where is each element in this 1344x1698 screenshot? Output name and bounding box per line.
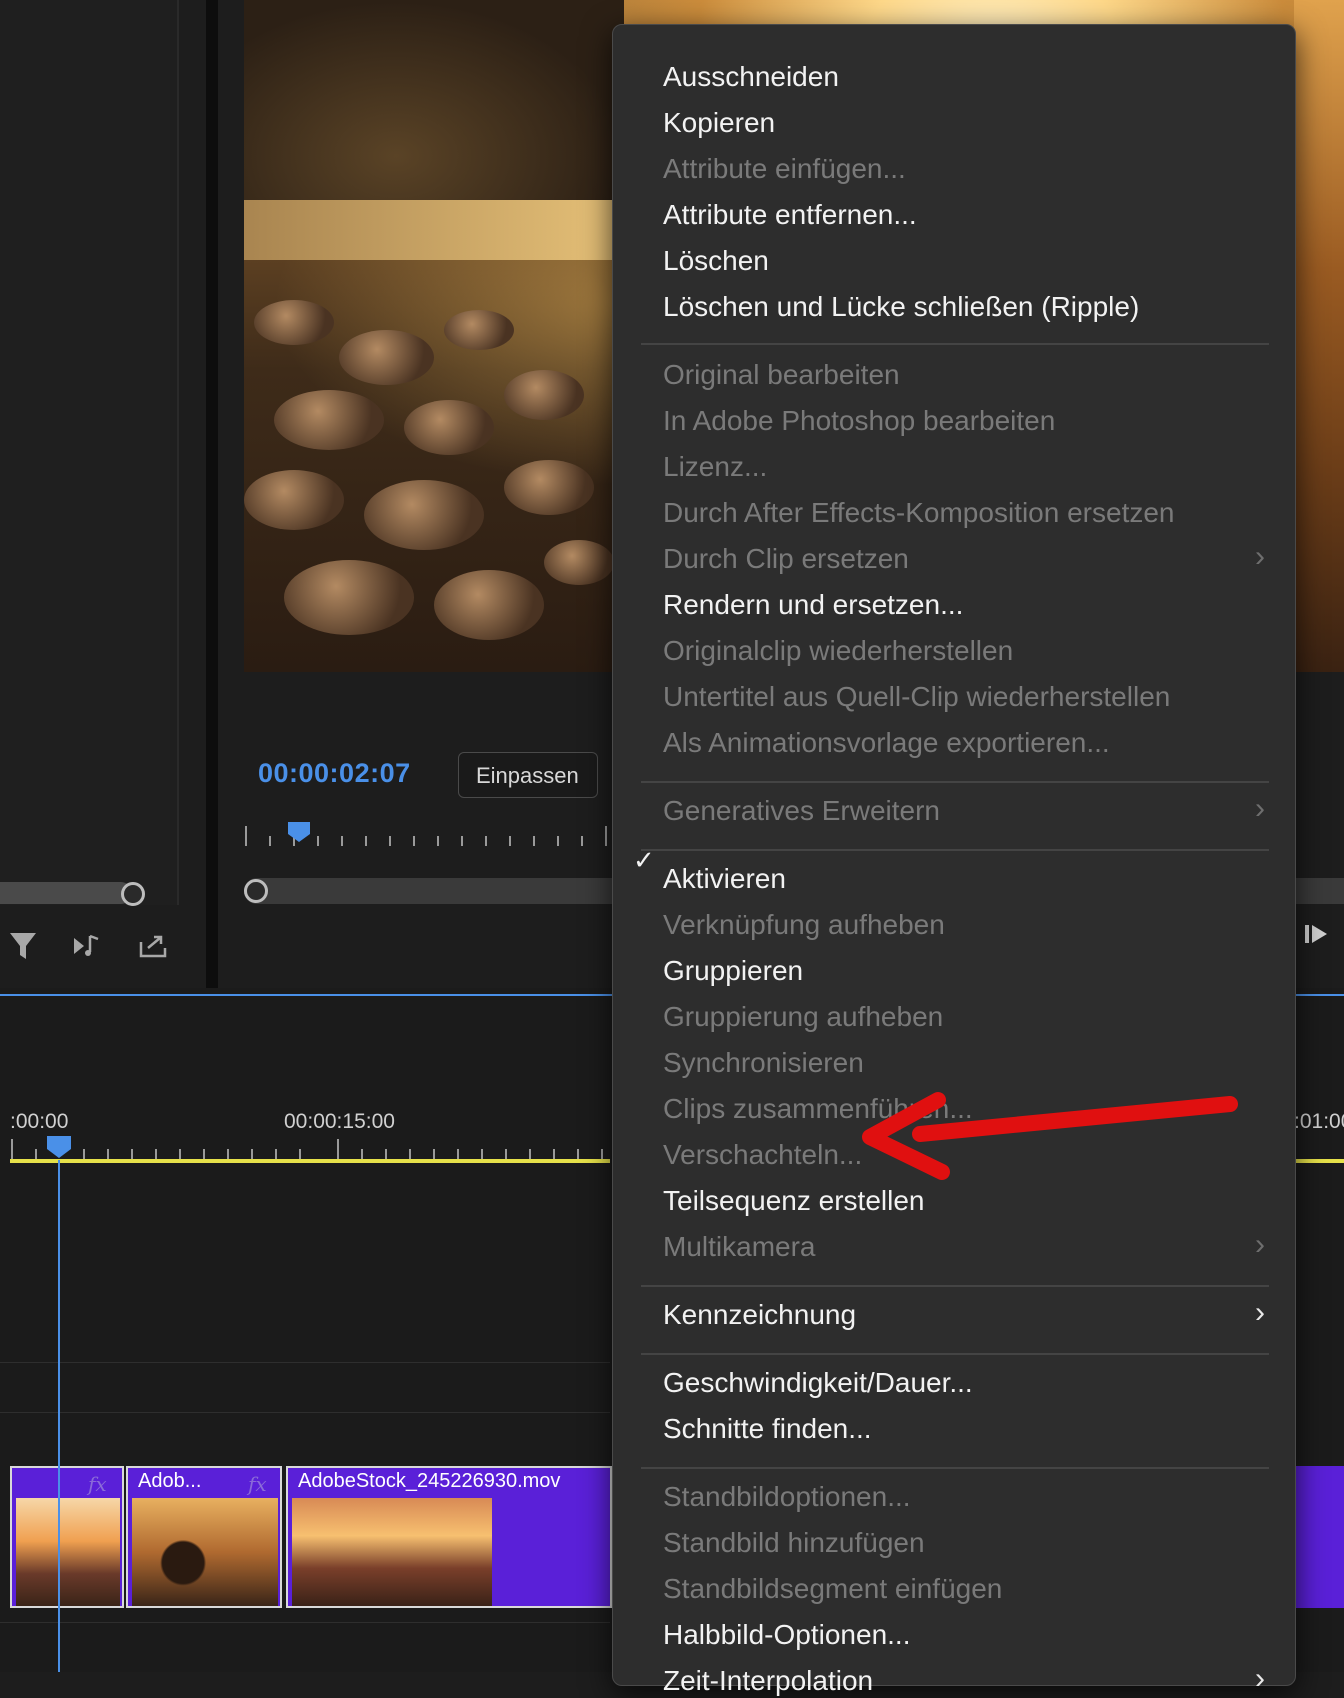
ruler-label-1m: :01:00 (1294, 1110, 1344, 1133)
timeline-clip-1[interactable]: fx (10, 1466, 124, 1608)
chevron-right-icon: › (1255, 1296, 1265, 1329)
source-zoom-scrollbar[interactable] (0, 882, 132, 904)
timeline-clip-3[interactable]: AdobeStock_245226930.mov (286, 1466, 612, 1608)
chevron-right-icon: › (1255, 792, 1265, 825)
program-monitor-video-edge (1294, 0, 1344, 672)
menu-item-halbbild-optionen[interactable]: Halbbild-Optionen... (663, 1618, 910, 1652)
menu-separator (641, 1285, 1269, 1287)
menu-item-multikamera: Multikamera (663, 1231, 816, 1262)
menu-item-generatives-erweitern: Generatives Erweitern (663, 795, 941, 826)
chevron-right-icon: › (1255, 1228, 1265, 1261)
menu-item-standbildoptionen: Standbildoptionen... (663, 1481, 911, 1512)
menu-separator (641, 781, 1269, 783)
clip-title: Adob... (138, 1470, 202, 1492)
menu-item-durch-after-effects-komposition-ersetzen: Durch After Effects-Komposition ersetzen (663, 497, 1175, 528)
menu-separator (641, 1467, 1269, 1469)
clip-thumbnail (292, 1498, 492, 1606)
monitor-playhead[interactable] (288, 822, 310, 842)
filter-icon[interactable] (8, 930, 38, 969)
menu-item-schnitte-finden[interactable]: Schnitte finden... (663, 1412, 872, 1446)
clip-thumbnail (132, 1498, 278, 1606)
work-area-bar[interactable] (10, 1159, 610, 1163)
monitor-scrollbar-right[interactable] (1294, 878, 1344, 904)
menu-item-verknüpfung-aufheben: Verknüpfung aufheben (663, 909, 945, 940)
menu-item-gruppierung-aufheben: Gruppierung aufheben (663, 1001, 944, 1032)
menu-separator (641, 343, 1269, 345)
annotation-arrow (862, 1092, 1238, 1180)
track-divider (0, 1412, 610, 1413)
timeline-clip-right[interactable] (1294, 1466, 1344, 1608)
source-zoom-handle[interactable] (121, 882, 145, 906)
menu-item-original-bearbeiten: Original bearbeiten (663, 359, 900, 390)
chevron-right-icon: › (1255, 1662, 1265, 1695)
step-forward-icon[interactable] (1303, 922, 1329, 953)
panel-divider[interactable] (206, 0, 218, 988)
menu-item-kennzeichnung[interactable]: Kennzeichnung (663, 1298, 856, 1332)
fx-badge[interactable]: fx (248, 1472, 267, 1496)
playhead-timecode[interactable]: 00:00:02:07 (258, 758, 411, 789)
timeline-time-ruler[interactable] (10, 1135, 610, 1161)
menu-item-aktivieren[interactable]: Aktivieren (663, 862, 786, 896)
menu-item-attribute-entfernen[interactable]: Attribute entfernen... (663, 198, 917, 232)
menu-item-geschwindigkeit-dauer[interactable]: Geschwindigkeit/Dauer... (663, 1366, 973, 1400)
timeline-playhead-line[interactable] (58, 1160, 60, 1672)
menu-item-ausschneiden[interactable]: Ausschneiden (663, 60, 839, 94)
clip-title: AdobeStock_245226930.mov (298, 1470, 561, 1492)
menu-item-verschachteln: Verschachteln... (663, 1139, 863, 1170)
timeline-clip-2[interactable]: Adob... fx (126, 1466, 282, 1608)
clip-thumbnail (16, 1498, 120, 1606)
clip-context-menu: ✓ Ausschneiden Kopieren Attribute einfügen… (612, 24, 1296, 1696)
menu-item-synchronisieren: Synchronisieren (663, 1047, 864, 1078)
menu-item-untertitel-aus-quell-clip-wiederherstellen: Untertitel aus Quell-Clip wiederherstell… (663, 681, 1171, 712)
insert-audio-icon[interactable] (72, 932, 104, 967)
menu-item-lizenz: Lizenz... (663, 451, 768, 482)
menu-item-löschen-und-lücke-schließen-ripple[interactable]: Löschen und Lücke schließen (Ripple) (663, 290, 1139, 324)
menu-separator (641, 1353, 1269, 1355)
timeline-playhead[interactable] (47, 1136, 71, 1158)
menu-item-originalclip-wiederherstellen: Originalclip wiederherstellen (663, 635, 1014, 666)
track-divider (0, 1362, 610, 1363)
menu-item-löschen[interactable]: Löschen (663, 244, 769, 278)
menu-item-in-adobe-photoshop-bearbeiten: In Adobe Photoshop bearbeiten (663, 405, 1056, 436)
source-panel (0, 0, 179, 905)
track-divider (0, 1622, 610, 1623)
menu-item-zeit-interpolation[interactable]: Zeit-Interpolation (663, 1664, 873, 1698)
monitor-zoom-scrollbar[interactable] (244, 878, 614, 904)
menu-item-standbild-hinzufügen: Standbild hinzufügen (663, 1527, 925, 1558)
menu-item-attribute-einfügen: Attribute einfügen... (663, 153, 906, 184)
ruler-label-15s: 00:00:15:00 (284, 1110, 395, 1133)
work-area-bar-right[interactable] (1294, 1159, 1344, 1163)
menu-item-standbildsegment-einfügen: Standbildsegment einfügen (663, 1573, 1003, 1604)
export-frame-icon[interactable] (138, 932, 168, 967)
menu-item-als-animationsvorlage-exportieren: Als Animationsvorlage exportieren... (663, 727, 1110, 758)
menu-item-gruppieren[interactable]: Gruppieren (663, 954, 803, 988)
menu-separator (641, 849, 1269, 851)
menu-item-kopieren[interactable]: Kopieren (663, 106, 775, 140)
chevron-right-icon: › (1255, 540, 1265, 573)
monitor-zoom-handle[interactable] (244, 879, 268, 903)
menu-item-durch-clip-ersetzen: Durch Clip ersetzen (663, 543, 909, 574)
fx-badge[interactable]: fx (88, 1472, 107, 1496)
ruler-label-start: :00:00 (10, 1110, 69, 1133)
menu-item-rendern-und-ersetzen[interactable]: Rendern und ersetzen... (663, 588, 963, 622)
zoom-fit-dropdown[interactable]: Einpassen (458, 752, 598, 798)
